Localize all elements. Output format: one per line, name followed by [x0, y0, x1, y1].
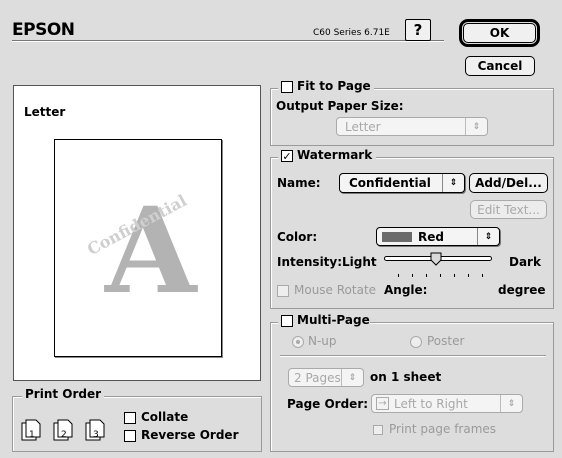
- reverse-order-label[interactable]: Reverse Order: [141, 428, 238, 442]
- preview-paper: A Confidential: [54, 139, 222, 357]
- angle-unit: degree: [498, 283, 546, 297]
- mouse-rotate-checkbox[interactable]: [277, 285, 289, 297]
- page-number-2: 2: [61, 430, 67, 440]
- help-button[interactable]: ?: [405, 19, 431, 41]
- header-divider: [12, 40, 444, 42]
- page-order-value: Left to Right: [394, 396, 468, 411]
- print-order-title: Print Order: [22, 387, 105, 401]
- help-icon: ?: [413, 21, 423, 39]
- chevron-updown-icon: ⇕: [442, 174, 464, 192]
- print-page-frames-checkbox[interactable]: [373, 425, 383, 435]
- nup-label[interactable]: N-up: [308, 334, 337, 348]
- collate-checkbox[interactable]: [124, 412, 136, 424]
- watermark-name-label: Name:: [277, 176, 321, 190]
- page-number-1: 1: [29, 430, 35, 440]
- reverse-order-checkbox[interactable]: [124, 430, 136, 442]
- add-del-button[interactable]: Add/Del...: [469, 173, 548, 193]
- intensity-label: Intensity:: [277, 255, 343, 269]
- color-select[interactable]: Red ⇕: [376, 227, 500, 246]
- color-swatch: [382, 232, 412, 242]
- intensity-light-label: Light: [342, 255, 377, 269]
- driver-version: C60 Series 6.71E: [313, 28, 390, 38]
- mouse-rotate-label[interactable]: Mouse Rotate: [294, 283, 376, 297]
- checkmark-icon: ✓: [282, 149, 292, 163]
- print-page-frames-label[interactable]: Print page frames: [389, 422, 496, 436]
- chevron-updown-icon: ⇕: [477, 228, 499, 245]
- print-order-icon: 1 2 3: [20, 417, 115, 441]
- watermark-label[interactable]: Watermark: [297, 148, 372, 162]
- output-paper-size-value: Letter: [345, 119, 381, 134]
- preview-paper-label: Letter: [24, 105, 66, 119]
- slider-thumb[interactable]: [430, 252, 442, 266]
- brand-logo: EPSON: [12, 20, 75, 40]
- output-paper-size-label: Output Paper Size:: [276, 99, 404, 113]
- watermark-checkbox[interactable]: ✓: [281, 150, 293, 162]
- fit-to-page-checkbox[interactable]: [281, 81, 293, 93]
- multi-page-checkbox[interactable]: [281, 315, 293, 327]
- intensity-slider[interactable]: [384, 252, 492, 277]
- intensity-dark-label: Dark: [509, 255, 541, 269]
- nup-radio[interactable]: [292, 336, 304, 348]
- color-label: Color:: [277, 230, 318, 244]
- preview-panel: Letter A Confidential: [13, 85, 261, 381]
- color-value: Red: [418, 229, 444, 244]
- pages-suffix-label: on 1 sheet: [370, 370, 442, 384]
- pages-per-sheet-select[interactable]: 2 Pages ⇕: [288, 368, 364, 387]
- pages-per-sheet-value: 2 Pages: [294, 370, 341, 385]
- collate-label[interactable]: Collate: [141, 410, 188, 424]
- watermark-name-value: Confidential: [349, 176, 431, 190]
- cancel-button[interactable]: Cancel: [465, 56, 535, 76]
- poster-radio[interactable]: [410, 336, 422, 348]
- multi-page-label[interactable]: Multi-Page: [297, 313, 370, 327]
- edit-text-button[interactable]: Edit Text...: [470, 200, 547, 219]
- fit-to-page-label[interactable]: Fit to Page: [297, 79, 371, 93]
- page-number-3: 3: [93, 430, 99, 440]
- arrow-right-icon: →: [376, 397, 389, 410]
- chevron-updown-icon: ⇕: [341, 369, 363, 386]
- page-order-label: Page Order:: [287, 397, 369, 411]
- multi-page-divider: [280, 355, 546, 357]
- ok-button[interactable]: OK: [459, 19, 540, 47]
- slider-ticks: [384, 267, 492, 277]
- chevron-updown-icon: ⇕: [465, 118, 487, 135]
- poster-label[interactable]: Poster: [427, 334, 464, 348]
- output-paper-size-select[interactable]: Letter ⇕: [336, 117, 488, 136]
- angle-label: Angle:: [384, 283, 428, 297]
- page-order-select[interactable]: → Left to Right ⇕: [371, 394, 523, 413]
- watermark-name-select[interactable]: Confidential ⇕: [339, 173, 465, 193]
- chevron-updown-icon: ⇕: [500, 395, 522, 412]
